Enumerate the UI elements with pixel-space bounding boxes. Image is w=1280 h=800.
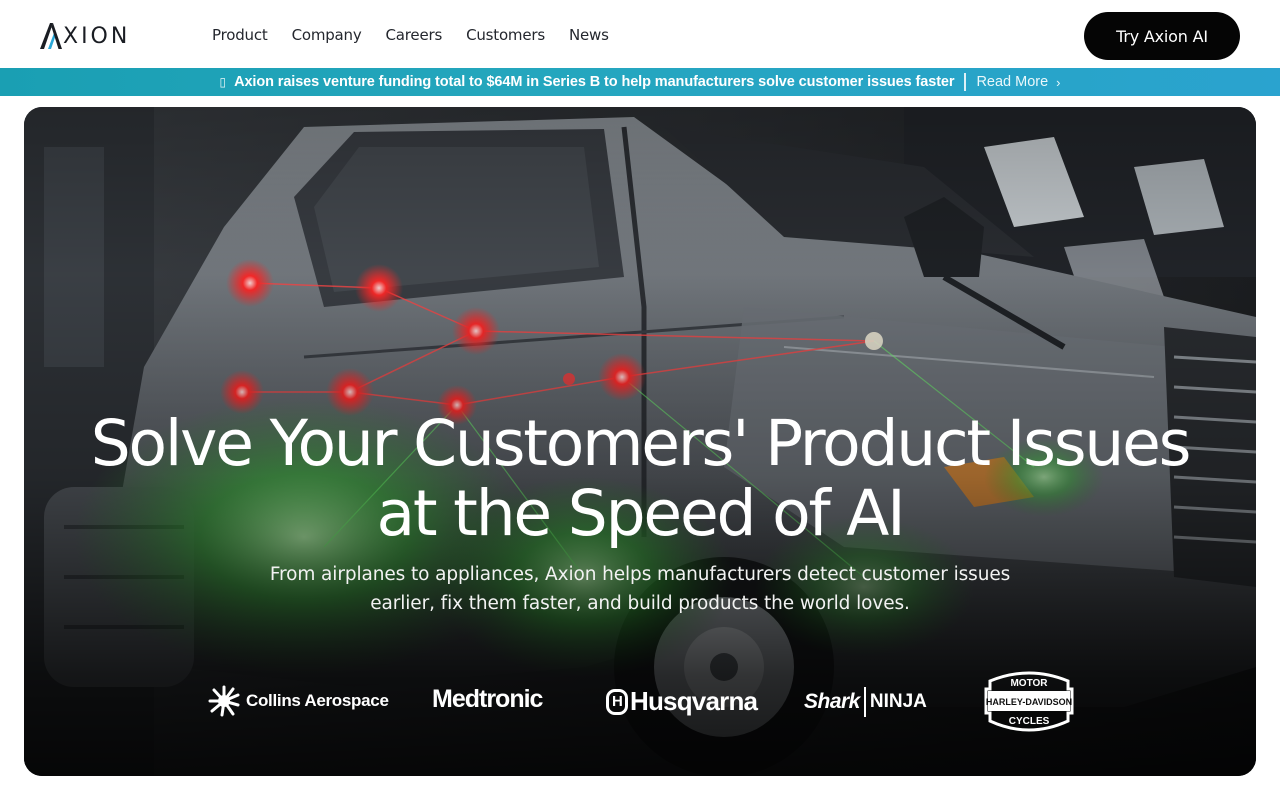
shark-wordmark: Shark [804, 690, 860, 713]
bell-icon: ▯ [219, 75, 227, 89]
husqvarna-wordmark: Husqvarna [630, 686, 758, 716]
nav-company[interactable]: Company [292, 26, 362, 44]
hero-headline-line2: at the Speed of AI [376, 477, 905, 550]
hero-headline-line1: Solve Your Customers' Product Issues [90, 407, 1192, 480]
announcement-message: Axion raises venture funding total to $6… [234, 74, 955, 90]
nav-news[interactable]: News [569, 26, 609, 44]
axion-logo[interactable]: XION [40, 22, 130, 50]
chevron-right-icon: › [1056, 74, 1061, 90]
ninja-wordmark: NINJA [869, 691, 927, 712]
nav-customers[interactable]: Customers [466, 26, 545, 44]
collins-aerospace-logo: Collins Aerospace [208, 685, 389, 717]
husqvarna-crown-icon: H [606, 688, 628, 715]
collins-burst-icon [208, 685, 240, 717]
sharkninja-logo: Shark NINJA [804, 687, 927, 717]
logo-wordmark: XION [63, 23, 131, 49]
try-axion-ai-button[interactable]: Try Axion AI [1084, 12, 1240, 60]
harley-davidson-shield-icon: MOTOR HARLEY-DAVIDSON CYCLES [984, 671, 1074, 732]
read-more-label: Read More [976, 74, 1049, 90]
announcement-divider [964, 73, 967, 91]
sharkninja-divider [863, 687, 866, 717]
husqvarna-logo: H Husqvarna [606, 686, 758, 717]
announcement-bar[interactable]: ▯ Axion raises venture funding total to … [0, 68, 1280, 96]
svg-text:CYCLES: CYCLES [1009, 716, 1050, 727]
harley-davidson-logo: MOTOR HARLEY-DAVIDSON CYCLES [984, 667, 1074, 737]
read-more-link[interactable]: Read More › [976, 74, 1060, 90]
customer-logos: Collins Aerospace Medtronic H Husqvarna … [24, 667, 1256, 737]
hero-section: Solve Your Customers' Product Issues at … [24, 107, 1256, 776]
nav-product[interactable]: Product [212, 26, 268, 44]
svg-text:HARLEY-DAVIDSON: HARLEY-DAVIDSON [986, 697, 1072, 707]
top-navigation: XION Product Company Careers Customers N… [0, 0, 1280, 68]
axion-a-icon [40, 23, 62, 49]
hero-headline: Solve Your Customers' Product Issues at … [24, 409, 1256, 549]
svg-text:MOTOR: MOTOR [1010, 678, 1048, 689]
hero-subtitle-line1: From airplanes to appliances, Axion help… [269, 564, 1011, 585]
nav-careers[interactable]: Careers [386, 26, 443, 44]
hero-subtitle: From airplanes to appliances, Axion help… [24, 560, 1256, 618]
medtronic-logo: Medtronic [432, 685, 543, 714]
hero-subtitle-line2: earlier, fix them faster, and build prod… [370, 593, 910, 614]
main-menu: Product Company Careers Customers News [212, 26, 633, 44]
collins-wordmark: Collins Aerospace [246, 691, 389, 710]
medtronic-wordmark: Medtronic [432, 685, 543, 713]
